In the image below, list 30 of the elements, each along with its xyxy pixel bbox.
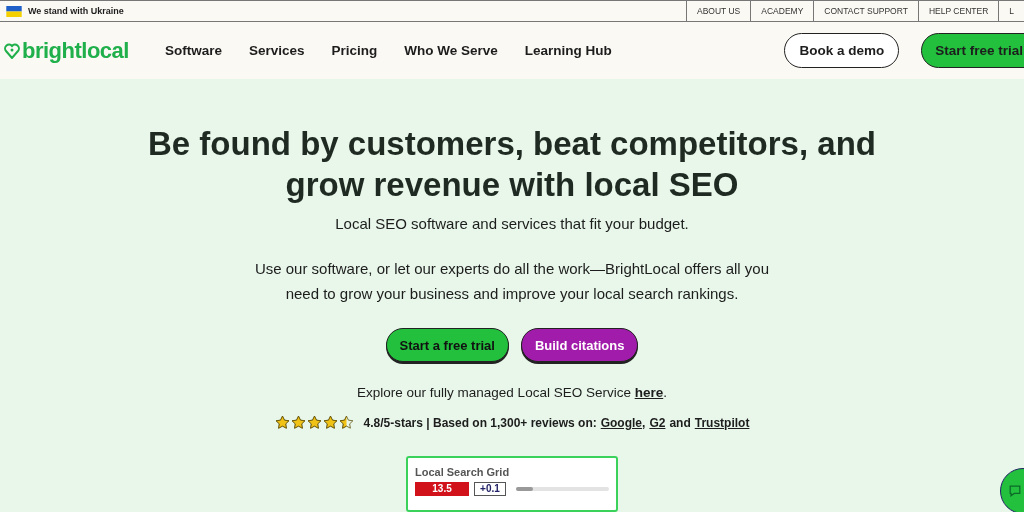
review-site-link[interactable]: Trustpilot	[694, 415, 750, 430]
explore-text: Explore our fully managed Local SEO Service here.	[357, 385, 667, 400]
change-badge: +0.1	[474, 482, 506, 496]
hero-subtitle: Local SEO software and services that fit your budget.	[335, 215, 689, 232]
top-link[interactable]: L	[998, 1, 1024, 21]
score-badge: 13.5	[415, 482, 470, 496]
card-title: Local Search Grid	[415, 466, 511, 478]
review-site-link[interactable]: G2	[649, 415, 666, 430]
top-link[interactable]: ACADEMY	[750, 1, 814, 21]
heart-pin-icon	[4, 42, 20, 59]
nav-item[interactable]: Pricing	[331, 43, 378, 58]
free-trial-button[interactable]: Start a free trial	[385, 328, 509, 362]
hero-heading: Be found by customers, beat competitors, and grow revenue with local SEO	[147, 124, 877, 205]
ukraine-flag-icon	[6, 5, 22, 17]
nav-item[interactable]: Software	[164, 43, 222, 58]
top-link[interactable]: CONTACT SUPPORT	[813, 1, 918, 21]
top-link[interactable]: HELP CENTER	[917, 1, 999, 21]
nav-item[interactable]: Who We Serve	[404, 43, 498, 58]
rating-text: and	[669, 415, 691, 430]
chat-icon	[1007, 483, 1023, 499]
nav-item[interactable]: Services	[248, 43, 305, 58]
book-demo-button[interactable]: Book a demo	[784, 33, 900, 68]
rating-text: 4.8/5-stars | Based on 1,300+ reviews on:	[363, 415, 597, 430]
rating-text: ,	[642, 415, 646, 430]
nav-item[interactable]: Learning Hub	[524, 43, 612, 58]
hero-description: Use our software, or let our experts do all the work—BrightLocal offers all you need to grow your business and improve your local search rankings.	[253, 259, 771, 304]
start-trial-button[interactable]: Start free trial	[921, 33, 1024, 68]
notice-text: We stand with Ukraine	[28, 6, 124, 16]
top-link[interactable]: ABOUT US	[685, 1, 751, 21]
build-citations-button[interactable]: Build citations	[520, 328, 639, 362]
